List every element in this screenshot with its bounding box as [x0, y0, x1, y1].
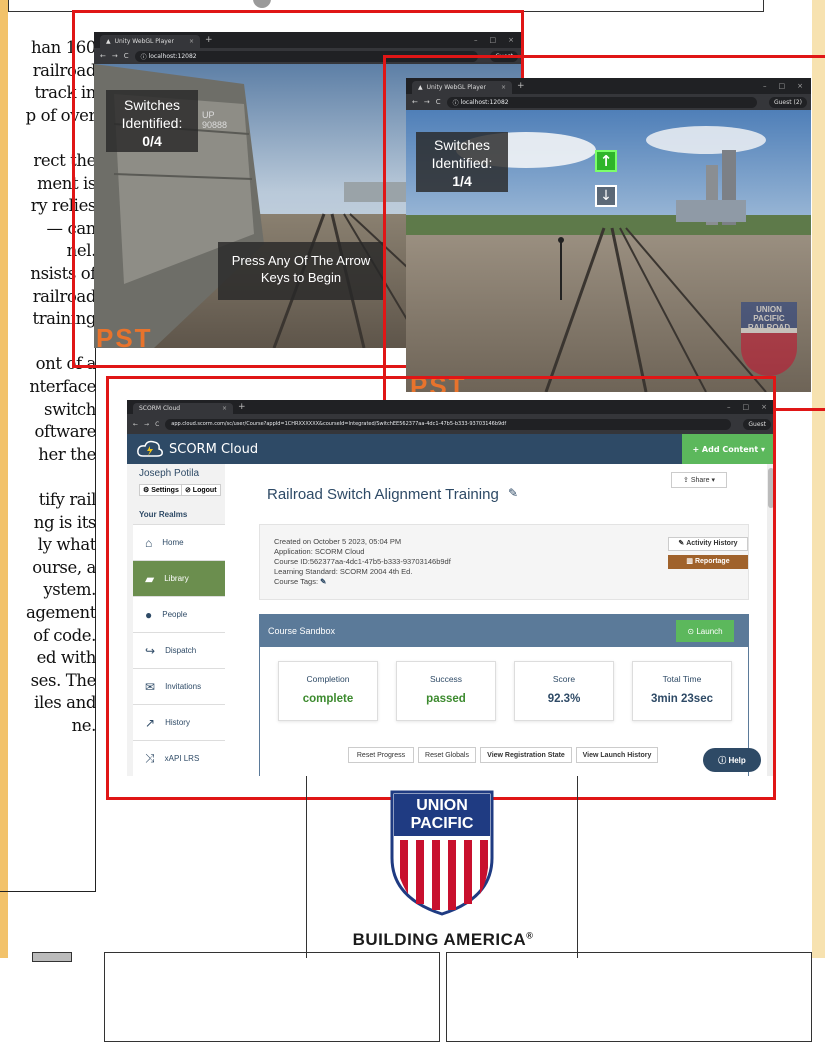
document-line: ses. The: [30, 670, 96, 690]
bottom-box-left: [104, 952, 440, 1042]
logo-line-1-text: UNION: [416, 797, 468, 814]
document-line: ng is its: [33, 512, 96, 532]
document-line: switch: [44, 399, 96, 419]
document-line: ourse, a: [32, 557, 96, 577]
document-line: of code.: [33, 625, 96, 645]
document-line: agement: [25, 603, 96, 622]
document-line: oftware: [34, 422, 96, 442]
logo-tagline: BUILDING AMERICA®: [328, 930, 558, 950]
document-line: ed with: [36, 648, 96, 668]
highlight-box-3: [106, 376, 776, 800]
document-line: ne.: [71, 716, 96, 735]
logo-line-2: PACIFIC: [382, 816, 502, 832]
document-line: iles and: [34, 693, 96, 713]
document-line: tify rail: [38, 490, 96, 509]
document-line: nterface: [29, 377, 96, 396]
registered-mark: ®: [526, 930, 534, 941]
document-line: ystem.: [43, 580, 96, 600]
document-line: ly what: [37, 535, 96, 555]
logo-line-2-text: PACIFIC: [410, 815, 474, 832]
bottom-box-right: [446, 952, 812, 1042]
highlight-box-2: [383, 55, 825, 411]
logo-line-1: UNION: [382, 798, 502, 814]
bottom-thumbnail: [32, 952, 72, 962]
logo-tagline-text: BUILDING AMERICA: [352, 930, 527, 949]
figure-handle-icon: [253, 0, 271, 8]
document-line: her the: [38, 444, 96, 464]
